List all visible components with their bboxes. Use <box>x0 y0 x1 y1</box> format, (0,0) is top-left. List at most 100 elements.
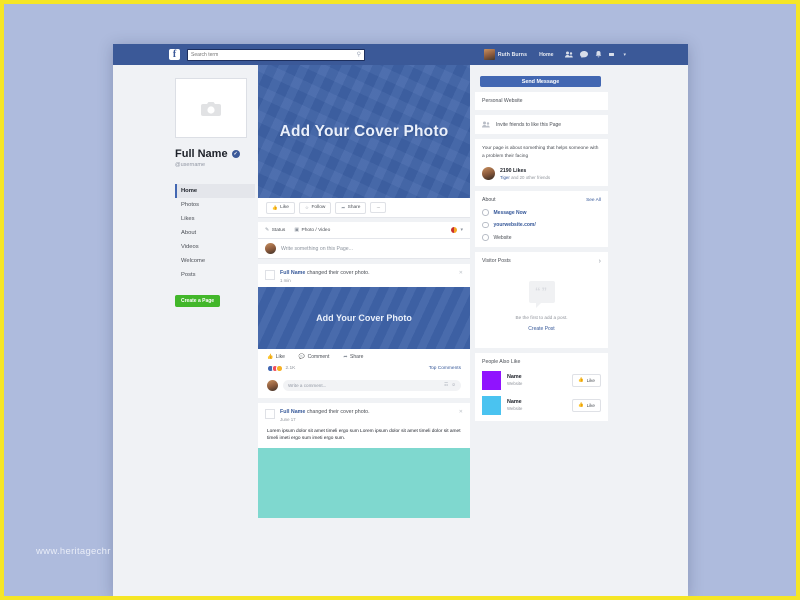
page-thumbnail <box>482 395 501 415</box>
post-cover-text: Add Your Cover Photo <box>316 313 412 323</box>
more-options-button[interactable]: ... <box>370 202 387 213</box>
visitor-posts-card: Visitor Posts › “” Be the first to add a… <box>475 251 608 348</box>
thumbs-up-icon: 👍 <box>272 204 278 210</box>
invite-friends-row[interactable]: Invite friends to like this Page <box>482 121 601 128</box>
nav-home-link[interactable]: Home <box>539 52 553 58</box>
close-icon[interactable]: ✕ <box>459 270 463 283</box>
page-name[interactable]: Name <box>507 399 522 405</box>
post-share-button[interactable]: ➦ Share <box>343 354 363 360</box>
follow-button-label: Follow <box>311 205 326 210</box>
tab-status-label: Status <box>271 227 286 233</box>
page-like-label: Like <box>586 402 595 408</box>
create-page-button[interactable]: Create a Page <box>175 295 221 307</box>
comment-input-icons: ☶ ☺ <box>444 382 456 388</box>
search-bar[interactable]: ⚲ <box>187 48 365 61</box>
post-like-button[interactable]: 👍 Like <box>267 354 285 360</box>
globe-icon <box>482 234 489 241</box>
create-post-button[interactable]: Create Post <box>528 326 554 332</box>
reaction-count: 2.1K <box>285 365 296 371</box>
personal-website-label: Personal Website <box>482 98 523 104</box>
post-action-text: changed their cover photo. <box>306 270 370 276</box>
top-comments-filter[interactable]: Top Comments <box>429 366 461 371</box>
post-story-line: Full Name changed their cover photo. <box>280 270 370 276</box>
composer-tabs-right: ▾ <box>451 227 463 233</box>
post-author-name[interactable]: Full Name <box>280 270 305 276</box>
page-like-button[interactable]: 👍 Like <box>572 373 601 387</box>
sidebar-item-posts[interactable]: Posts <box>175 268 255 282</box>
likes-friend-name[interactable]: Tiger <box>500 175 510 180</box>
friend-requests-icon[interactable] <box>565 51 574 58</box>
about-item-website-url[interactable]: yourwebsite.com/ <box>482 221 601 229</box>
list-item[interactable]: Name Website 👍 Like <box>482 390 601 415</box>
about-item-message-now[interactable]: Message Now <box>482 209 601 216</box>
post-image-placeholder[interactable] <box>258 448 470 519</box>
notifications-icon[interactable] <box>595 51 602 58</box>
app-body: Full Name ✓ @username Home Photos Likes … <box>113 65 688 596</box>
account-menu-icon[interactable] <box>609 52 616 57</box>
emoji-icon[interactable]: ☺ <box>451 382 456 388</box>
reaction-icons[interactable] <box>267 365 283 372</box>
post-timestamp: 1 min <box>280 278 291 283</box>
post-author-name[interactable]: Full Name <box>280 409 305 415</box>
facebook-logo-icon[interactable]: f <box>169 49 180 60</box>
chevron-down-icon[interactable]: ▾ <box>460 227 463 233</box>
thumbs-up-icon: 👍 <box>578 377 585 383</box>
more-composer-icon[interactable] <box>451 227 458 233</box>
cover-photo[interactable]: Add Your Cover Photo <box>258 65 470 198</box>
sidebar-item-home[interactable]: Home <box>175 184 255 198</box>
post-cover-photo[interactable]: Add Your Cover Photo <box>258 287 470 349</box>
post-meta: Full Name changed their cover photo. Jun… <box>280 409 370 422</box>
post-card: Full Name changed their cover photo. 1 m… <box>258 264 470 398</box>
like-button[interactable]: 👍 Like <box>266 201 295 214</box>
top-nav-icons: ▾ <box>565 51 626 58</box>
people-also-like-card: People Also Like Name Website 👍 Like Nam… <box>475 352 608 421</box>
likes-count: 2190 Likes <box>500 167 527 174</box>
about-item-website[interactable]: Website <box>482 234 601 241</box>
post-author-thumb <box>265 408 275 419</box>
composer-input[interactable]: Write something on this Page... <box>258 239 470 259</box>
page-action-row: 👍 Like ☆ Follow ➦ Share ... <box>258 198 470 218</box>
tab-status[interactable]: ✎ Status <box>265 227 285 233</box>
about-card: About See All Message Now yourwebsite.co… <box>475 191 608 247</box>
post-header: Full Name changed their cover photo. Jun… <box>258 403 470 426</box>
camera-icon[interactable]: ☶ <box>444 382 448 388</box>
sidebar-item-likes[interactable]: Likes <box>175 212 255 226</box>
watermark: www.heritagechr <box>36 546 111 557</box>
username-label: @username <box>175 162 206 168</box>
page-name[interactable]: Name <box>507 374 522 380</box>
share-icon: ➦ <box>343 354 348 360</box>
chevron-down-icon[interactable]: ▾ <box>623 52 626 58</box>
sidebar-item-about[interactable]: About <box>175 226 255 240</box>
close-icon[interactable]: ✕ <box>459 409 463 422</box>
share-button[interactable]: ➦ Share <box>335 201 367 214</box>
chevron-right-icon[interactable]: › <box>599 258 601 265</box>
tab-photo-video[interactable]: ▣ Photo / Video <box>294 227 330 233</box>
post-header: Full Name changed their cover photo. 1 m… <box>258 264 470 287</box>
messages-icon[interactable] <box>580 51 589 58</box>
top-navigation-bar: f ⚲ Ruth Burns Home <box>113 44 688 65</box>
account-profile-link[interactable]: Ruth Burns <box>483 49 527 60</box>
sidebar-item-photos[interactable]: Photos <box>175 198 255 212</box>
about-see-all-link[interactable]: See All <box>586 198 601 203</box>
sidebar-item-videos[interactable]: Videos <box>175 240 255 254</box>
comment-input[interactable]: Write a comment... ☶ ☺ <box>283 379 461 391</box>
follow-button[interactable]: ☆ Follow <box>298 201 332 214</box>
invite-friends-card[interactable]: Invite friends to like this Page <box>475 115 608 134</box>
composer-placeholder: Write something on this Page... <box>281 245 353 252</box>
likes-friends-line: Tiger and 20 other friends <box>500 175 550 180</box>
profile-photo-placeholder[interactable] <box>175 78 247 138</box>
post-timestamp: June 17 <box>280 416 296 422</box>
send-message-button[interactable]: Send Message <box>480 76 601 87</box>
sidebar-item-welcome[interactable]: Welcome <box>175 254 255 268</box>
avatar <box>482 167 495 181</box>
page-like-button[interactable]: 👍 Like <box>572 398 601 412</box>
comment-composer: Write a comment... ☶ ☺ <box>258 376 470 398</box>
cover-photo-text: Add Your Cover Photo <box>279 122 449 140</box>
right-sidebar: Send Message Personal Website Invite fri… <box>470 65 615 596</box>
post-story-line: Full Name changed their cover photo. <box>280 409 370 415</box>
search-input[interactable] <box>191 51 361 58</box>
search-icon[interactable]: ⚲ <box>357 52 361 58</box>
post-comment-button[interactable]: 💬 Comment <box>299 354 329 360</box>
list-item[interactable]: Name Website 👍 Like <box>482 365 601 390</box>
likes-info: 2190 Likes Tiger and 20 other friends <box>500 168 550 181</box>
